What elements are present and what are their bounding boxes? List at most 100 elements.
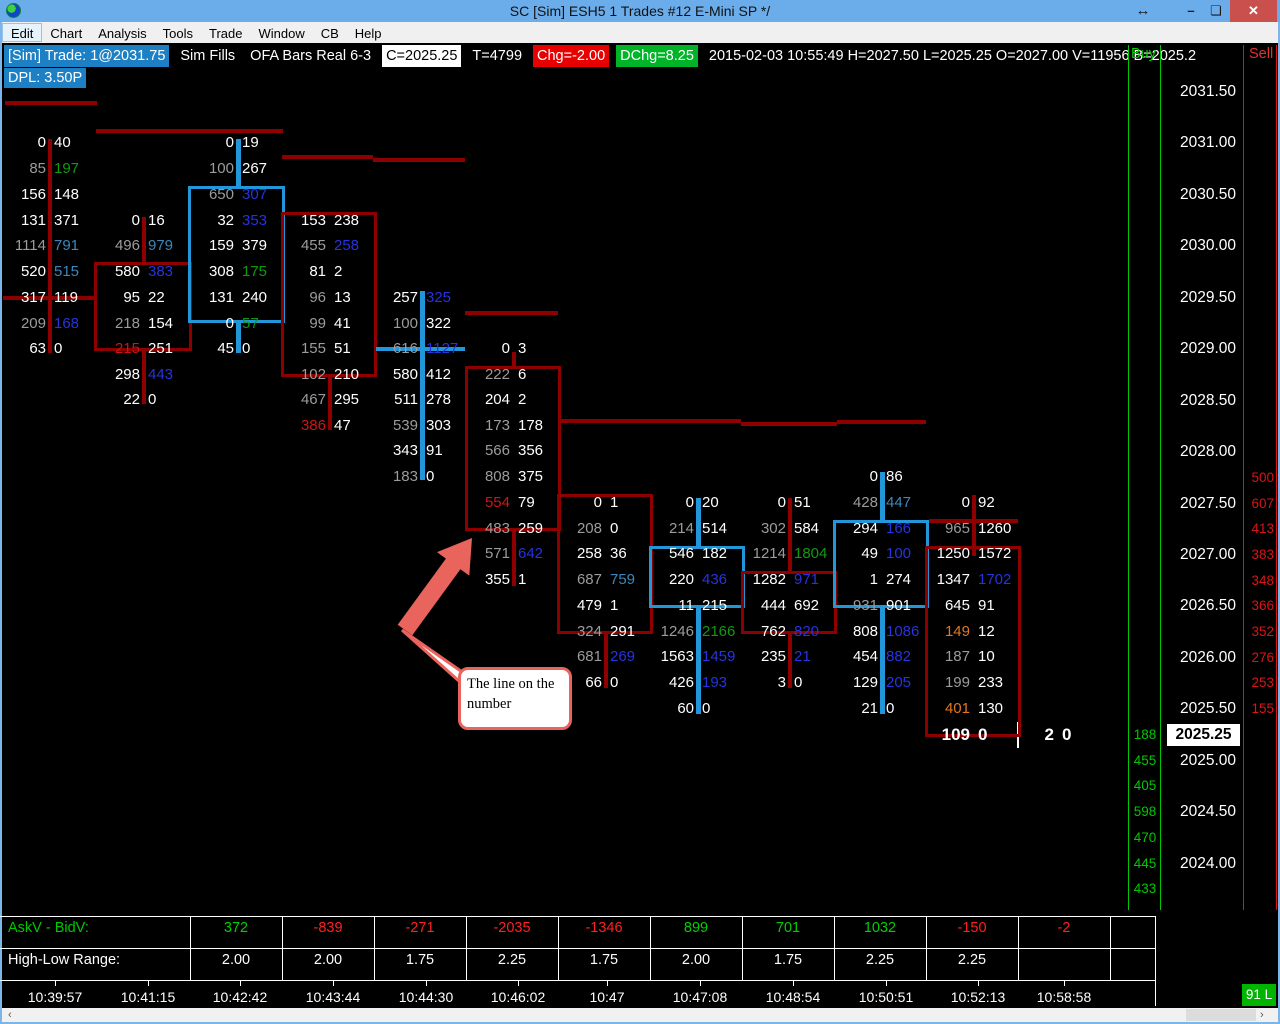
bid-volume-cell: 274 (886, 571, 912, 588)
sell-column-header[interactable]: Sell (1249, 46, 1273, 62)
price-scale-label: 2026.50 (1179, 597, 1236, 614)
bar-wick-line (235, 139, 241, 187)
ask-volume-cell: 1282 (752, 571, 786, 588)
bid-volume-cell: 51 (334, 340, 351, 357)
time-axis-tick (333, 981, 334, 986)
bid-volume-cell: 0 (886, 700, 895, 717)
ask-volume-cell: 60 (677, 700, 694, 717)
price-scale-label: 2026.00 (1179, 649, 1236, 666)
ask-volume-cell: 931 (852, 597, 878, 614)
bid-depth-value: 455 (1133, 753, 1157, 768)
bid-depth-value: 188 (1133, 727, 1157, 742)
range-value (1024, 949, 1104, 971)
ask-volume-cell: 3 (777, 674, 786, 691)
trade-level-line (837, 420, 926, 424)
askv-bidv-value: -2035 (493, 920, 531, 936)
bid-volume-cell: 166 (886, 520, 912, 537)
bid-volume-cell: 443 (148, 366, 174, 383)
ask-volume-cell: 511 (394, 391, 418, 408)
ask-volume-cell: 1214 (752, 545, 786, 562)
ask-volume-cell: 149 (944, 623, 970, 640)
ask-volume-cell: 1563 (660, 648, 694, 665)
bid-volume-cell: 278 (426, 391, 452, 408)
ask-volume-cell: 215 (114, 340, 140, 357)
ask-volume-cell: 100 (392, 315, 418, 332)
time-axis-label: 10:41:15 (120, 989, 176, 1005)
ask-volume-cell: 616 (392, 340, 418, 357)
horizontal-scrollbar[interactable]: ‹ › (2, 1008, 1278, 1022)
ask-volume-cell: 343 (392, 442, 418, 459)
ask-volume-cell: 173 (484, 417, 510, 434)
ask-volume-cell: 762 (760, 623, 786, 640)
price-scale-label: 2031.50 (1179, 83, 1236, 100)
ask-volume-cell: 95 (123, 289, 140, 306)
status-segment: T=4799 (472, 48, 523, 64)
ask-volume-cell: 0 (131, 212, 140, 229)
bar-wick-line (48, 139, 52, 353)
ask-volume-cell: 131 (208, 289, 234, 306)
time-axis-tick (793, 981, 794, 986)
bid-volume-cell: 1 (610, 597, 619, 614)
time-axis-label: 10:58:58 (1036, 989, 1092, 1005)
bid-volume-cell: 6 (518, 366, 527, 383)
bar-wick-line (142, 217, 146, 263)
bid-volume-cell: 791 (54, 237, 80, 254)
range-value: 2.00 (681, 952, 711, 968)
scroll-left-icon[interactable]: ‹ (8, 1008, 22, 1022)
bid-volume-cell: 91 (426, 442, 443, 459)
bar-count-badge: 91 L (1242, 984, 1276, 1006)
ask-volume-cell: 155 (300, 340, 326, 357)
annotation-balloon[interactable]: The line on the number (458, 667, 572, 730)
bid-volume-cell: 0 (610, 520, 619, 537)
trade-level-line (558, 419, 741, 423)
bid-volume-cell: 16 (148, 212, 165, 229)
bid-depth-value: 405 (1133, 778, 1157, 793)
scrollbar-thumb[interactable] (1186, 1009, 1256, 1021)
askv-bidv-value: 1032 (863, 920, 897, 936)
ask-volume-cell: 220 (668, 571, 694, 588)
bid-volume-cell: 447 (886, 494, 912, 511)
ask-volume-cell: 96 (309, 289, 326, 306)
ask-volume-cell: 63 (29, 340, 46, 357)
status-segment: Chg=-2.00 (533, 45, 610, 67)
ask-volume-cell: 0 (593, 494, 602, 511)
bid-volume-cell: 303 (426, 417, 452, 434)
bid-volume-cell: 238 (334, 212, 360, 229)
status-segment: [Sim] Trade: 1@2031.75 (4, 45, 170, 67)
bid-volume-cell: 356 (518, 442, 544, 459)
bid-volume-cell: 307 (242, 186, 268, 203)
ask-volume-cell: 129 (852, 674, 878, 691)
bid-volume-cell: 1 (610, 494, 619, 511)
ask-volume-cell: 156 (20, 186, 46, 203)
ask-volume-cell: 0 (37, 134, 46, 151)
ask-depth-value: 383 (1251, 547, 1274, 562)
time-axis-label: 10:44:30 (398, 989, 454, 1005)
ask-volume-cell: 0 (685, 494, 694, 511)
price-scale-label: 2028.50 (1179, 392, 1236, 409)
ask-volume-cell: 11 (678, 597, 694, 614)
bar-wick-line (695, 498, 701, 548)
price-scale-label: 2025.00 (1179, 752, 1236, 769)
bid-volume-cell: 22 (148, 289, 165, 306)
scroll-right-icon[interactable]: › (1260, 1008, 1274, 1022)
bid-volume-cell: 2 (518, 391, 527, 408)
ask-volume-cell: 153 (300, 212, 326, 229)
bid-volume-cell: 168 (54, 315, 80, 332)
ask-volume-cell: 22 (123, 391, 140, 408)
ask-volume-cell: 580 (392, 366, 418, 383)
bid-depth-value: 470 (1133, 830, 1157, 845)
time-axis-label: 10:46:02 (490, 989, 546, 1005)
status-segment: DChg=8.25 (616, 45, 698, 67)
panel-column-divider (282, 917, 283, 980)
askv-bidv-value: -2 (1057, 920, 1071, 936)
bar-wick-line (788, 632, 792, 688)
ask-volume-cell: 85 (29, 160, 46, 177)
panel-column-divider (466, 917, 467, 980)
ask-volume-cell: 222 (484, 366, 510, 383)
range-value: 2.25 (865, 952, 895, 968)
askv-bidv-label: AskV - BidV: (8, 920, 89, 936)
buy-column-header[interactable]: Buy (1131, 46, 1156, 62)
panel-column-divider (558, 917, 559, 980)
time-axis-tick (1064, 981, 1065, 986)
bid-volume-cell: 291 (610, 623, 636, 640)
